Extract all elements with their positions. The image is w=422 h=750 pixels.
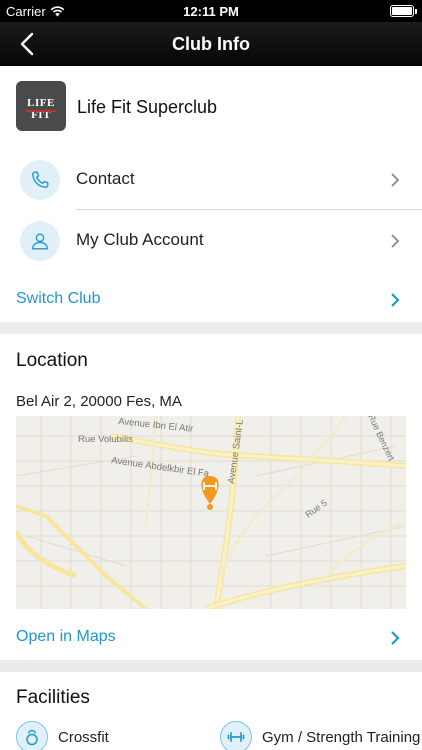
status-time: 12:11 PM — [183, 4, 239, 19]
dumbbell-icon — [227, 732, 245, 742]
navigation-bar: Club Info — [0, 22, 422, 66]
map-street-label: Rue Volubilis — [78, 434, 133, 445]
club-name: Life Fit Superclub — [77, 97, 218, 117]
location-map[interactable]: Avenue Ibn El Atir Rue Volubilis Avenue … — [16, 416, 406, 609]
map-pin-icon — [201, 476, 219, 510]
facilities-card: Facilities Crossfit Gym / Strength Train… — [0, 672, 422, 750]
page-title: Club Info — [172, 34, 250, 54]
battery-icon — [390, 5, 417, 17]
location-card: Location Bel Air 2, 20000 Fes, MA Avenue… — [0, 334, 422, 660]
facility-item: Gym / Strength Training — [220, 721, 421, 750]
club-card: LIFE FIT Life Fit Superclub Contact My C… — [0, 66, 422, 322]
chevron-right-icon — [391, 173, 400, 187]
status-bar: Carrier 12:11 PM — [0, 0, 422, 22]
open-in-maps-link[interactable]: Open in Maps — [16, 628, 116, 646]
map-street-label: Rue 5 — [303, 498, 328, 520]
club-logo-text: LIFE FIT — [27, 97, 55, 121]
facilities-title: Facilities — [16, 687, 90, 708]
club-logo: LIFE FIT — [16, 81, 66, 131]
chevron-right-icon[interactable] — [390, 292, 400, 308]
my-club-account-row[interactable]: My Club Account — [0, 211, 422, 271]
location-title: Location — [16, 350, 88, 371]
facility-label: Gym / Strength Training — [262, 728, 421, 746]
phone-icon — [32, 171, 49, 188]
club-address: Bel Air 2, 20000 Fes, MA — [16, 393, 182, 410]
contact-label: Contact — [76, 169, 135, 188]
chevron-right-icon[interactable] — [390, 630, 400, 646]
switch-club-link[interactable]: Switch Club — [16, 290, 100, 308]
kettlebell-icon — [26, 729, 38, 746]
facility-item: Crossfit — [16, 721, 109, 750]
facility-label: Crossfit — [58, 728, 109, 746]
contact-row[interactable]: Contact — [0, 150, 422, 210]
chevron-right-icon — [391, 234, 400, 248]
map-street-label: Rue Benzert — [366, 416, 396, 463]
user-icon — [31, 233, 49, 250]
my-club-account-label: My Club Account — [76, 230, 204, 249]
